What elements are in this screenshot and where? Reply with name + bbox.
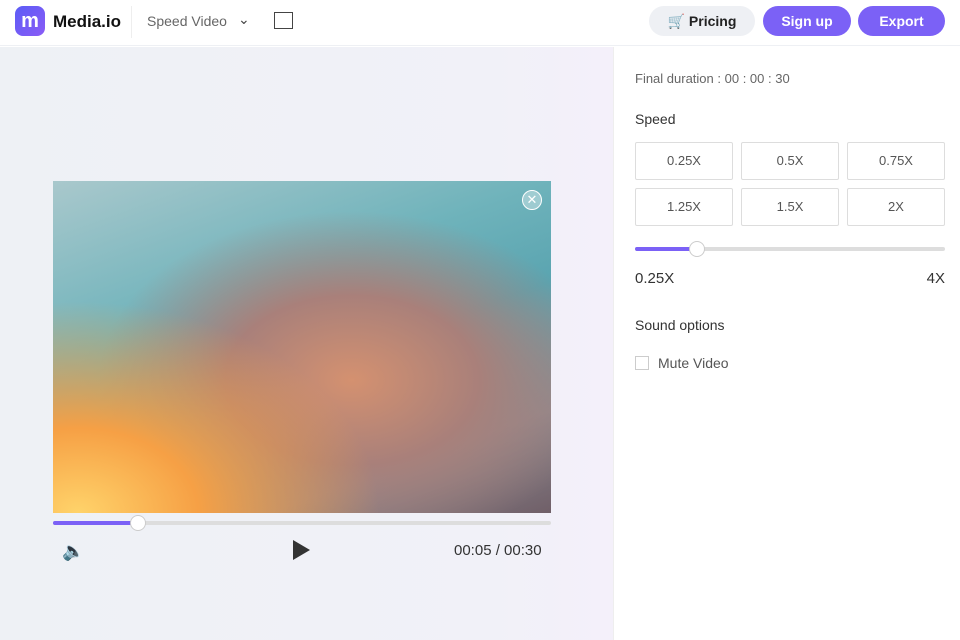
video-preview[interactable]	[53, 181, 551, 513]
speed-option[interactable]: 0.75X	[847, 142, 945, 180]
play-icon[interactable]	[293, 540, 310, 560]
progress-handle[interactable]	[129, 515, 146, 531]
speed-options: 0.25X 0.5X 0.75X 1.25X 1.5X 2X	[635, 142, 945, 226]
sign-up-button[interactable]: Sign up	[763, 6, 851, 36]
playback-time: 00:05 / 00:30	[454, 542, 542, 559]
video-progress-bar[interactable]	[53, 515, 551, 531]
speed-option[interactable]: 0.25X	[635, 142, 733, 180]
pricing-label: Pricing	[688, 13, 737, 29]
progress-fill	[53, 521, 138, 525]
chevron-down-icon[interactable]: ⌄	[238, 11, 250, 28]
divider	[131, 6, 132, 38]
sound-options-heading: Sound options	[635, 317, 725, 333]
video-cut-icon[interactable]	[274, 12, 293, 29]
cart-icon: 🛒	[667, 13, 689, 29]
mute-video-label[interactable]: Mute Video	[658, 355, 729, 371]
speed-slider[interactable]	[635, 241, 945, 257]
media-io-logo[interactable]: m	[15, 6, 45, 36]
mute-video-checkbox[interactable]	[635, 356, 649, 370]
speed-min-label: 0.25X	[635, 270, 675, 287]
speed-option[interactable]: 2X	[847, 188, 945, 226]
final-duration: Final duration : 00 : 00 : 30	[635, 71, 790, 86]
final-duration-value: 00 : 00 : 30	[724, 71, 790, 86]
settings-panel	[613, 47, 960, 640]
brand-name[interactable]: Media.io	[53, 12, 121, 32]
volume-icon[interactable]: 🔈	[62, 541, 84, 562]
speed-slider-fill	[635, 247, 697, 251]
speed-slider-handle[interactable]	[689, 241, 705, 257]
speed-option[interactable]: 0.5X	[741, 142, 839, 180]
final-duration-label: Final duration :	[635, 71, 721, 86]
pricing-button[interactable]: 🛒 Pricing	[649, 6, 755, 36]
tool-selector[interactable]: Speed Video	[147, 13, 227, 29]
top-bar: m Media.io Speed Video ⌄ 🛒 Pricing Sign …	[0, 0, 960, 46]
speed-max-label: 4X	[926, 270, 945, 287]
speed-option[interactable]: 1.5X	[741, 188, 839, 226]
speed-heading: Speed	[635, 111, 676, 127]
export-button[interactable]: Export	[858, 6, 945, 36]
close-icon[interactable]: ✕	[522, 190, 542, 210]
speed-option[interactable]: 1.25X	[635, 188, 733, 226]
